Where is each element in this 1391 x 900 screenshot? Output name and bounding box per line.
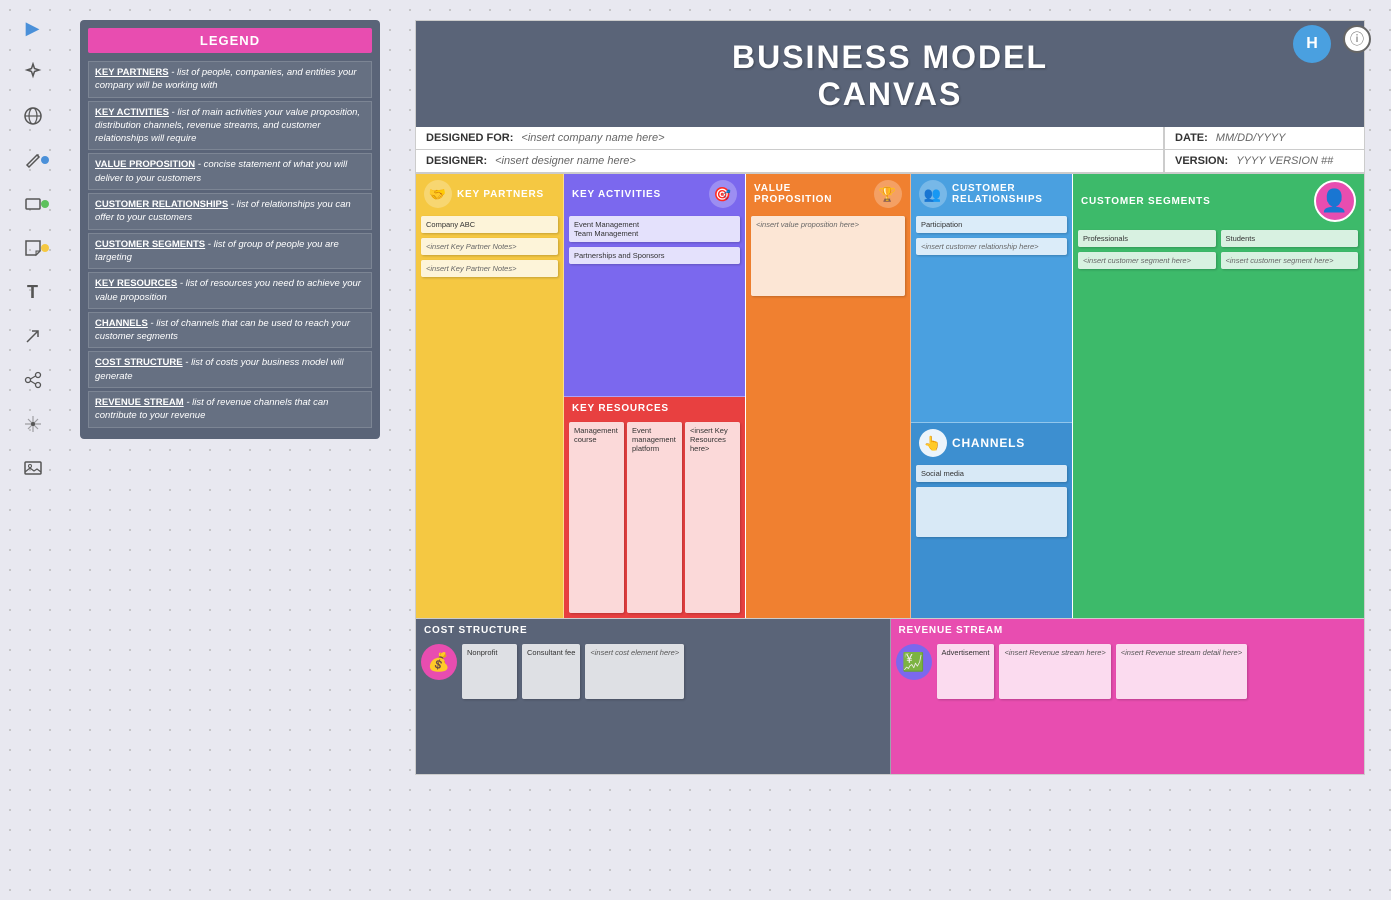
customer-rel-note-2[interactable]: <insert customer relationship here>	[916, 238, 1067, 255]
bmc-main-section: 🤝 KEY PARTNERS Company ABC <insert Key P…	[416, 174, 1364, 619]
channels-header: 👆 CHANNELS	[911, 423, 1072, 460]
sparkle-icon[interactable]	[15, 406, 51, 442]
revenue-note-1[interactable]: Advertisement	[937, 644, 995, 699]
key-activities-body: Event ManagementTeam Management Partners…	[564, 211, 745, 396]
key-partners-note-2[interactable]: <insert Key Partner Notes>	[421, 238, 558, 255]
key-resources-note-2[interactable]: Event management platform	[627, 422, 682, 614]
revenue-stream-body: 💹 Advertisement <insert Revenue stream h…	[891, 639, 1365, 774]
revenue-stream-header: REVENUE STREAM	[891, 619, 1365, 639]
image-icon[interactable]	[15, 450, 51, 486]
cost-note-1[interactable]: Nonprofit	[462, 644, 517, 699]
key-activities-section[interactable]: KEY ACTIVITIES 🎯 Event ManagementTeam Ma…	[564, 174, 745, 397]
key-resources-header: KEY RESOURCES	[564, 397, 745, 417]
customer-segments-note-2[interactable]: Students	[1221, 230, 1359, 247]
key-resources-section[interactable]: KEY RESOURCES Management course Event ma…	[564, 397, 745, 619]
rectangle-icon[interactable]	[15, 186, 51, 222]
value-proposition-icon: 🏆	[874, 180, 902, 208]
channels-body: Social media	[911, 460, 1072, 618]
cost-note-3[interactable]: <insert cost element here>	[585, 644, 684, 699]
toolbar: ▶ T	[0, 0, 65, 900]
play-icon[interactable]: ▶	[15, 10, 51, 46]
canvas-title: BUSINESS MODEL CANVAS	[426, 39, 1354, 113]
key-resources-note-3[interactable]: <insert Key Resources here>	[685, 422, 740, 614]
customer-relationships-section[interactable]: 👥 CUSTOMER RELATIONSHIPS Participation <…	[911, 174, 1072, 423]
key-activities-note-1[interactable]: Event ManagementTeam Management	[569, 216, 740, 242]
pencil-icon[interactable]	[15, 142, 51, 178]
key-activities-note-2[interactable]: Partnerships and Sponsors	[569, 247, 740, 264]
channels-note-2[interactable]	[916, 487, 1067, 537]
rel-channels-col: 👥 CUSTOMER RELATIONSHIPS Participation <…	[911, 174, 1073, 618]
customer-segments-header: CUSTOMER SEGMENTS 👤	[1073, 174, 1364, 225]
value-proposition-body: <insert value proposition here>	[746, 211, 910, 618]
key-partners-section[interactable]: 🤝 KEY PARTNERS Company ABC <insert Key P…	[416, 174, 564, 618]
key-partners-note-3[interactable]: <insert Key Partner Notes>	[421, 260, 558, 277]
key-partners-header: 🤝 KEY PARTNERS	[416, 174, 563, 211]
bmc-canvas: BUSINESS MODEL CANVAS DESIGNED FOR: <ins…	[415, 20, 1365, 775]
cost-note-2[interactable]: Consultant fee	[522, 644, 580, 699]
bmc-grid: 🤝 KEY PARTNERS Company ABC <insert Key P…	[416, 174, 1364, 774]
meta-section: DESIGNED FOR: <insert company name here>…	[416, 127, 1364, 174]
magic-icon[interactable]	[15, 54, 51, 90]
key-resources-body: Management course Event management platf…	[564, 417, 745, 619]
flow-icon[interactable]	[15, 362, 51, 398]
revenue-note-2[interactable]: <insert Revenue stream here>	[999, 644, 1110, 699]
activities-resources-col: KEY ACTIVITIES 🎯 Event ManagementTeam Ma…	[564, 174, 746, 618]
revenue-icon: 💹	[896, 644, 932, 680]
bmc-bottom-section: COST STRUCTURE 💰 Nonprofit Consultant fe…	[416, 619, 1364, 774]
meta-row-1: DESIGNED FOR: <insert company name here>…	[416, 127, 1364, 150]
channels-section[interactable]: 👆 CHANNELS Social media	[911, 423, 1072, 618]
key-partners-note-1[interactable]: Company ABC	[421, 216, 558, 233]
cost-icon: 💰	[421, 644, 457, 680]
customer-relationships-header: 👥 CUSTOMER RELATIONSHIPS	[911, 174, 1072, 211]
legend-item-revenue-stream: REVENUE STREAM - list of revenue channel…	[88, 391, 372, 428]
legend-item-key-resources: KEY RESOURCES - list of resources you ne…	[88, 272, 372, 309]
customer-rel-note-1[interactable]: Participation	[916, 216, 1067, 233]
value-proposition-section[interactable]: VALUE PROPOSITION 🏆 <insert value propos…	[746, 174, 911, 618]
key-partners-body: Company ABC <insert Key Partner Notes> <…	[416, 211, 563, 618]
customer-segments-body: Professionals Students <insert customer …	[1073, 225, 1364, 618]
customer-segments-avatar-icon: 👤	[1314, 180, 1356, 222]
arrow-icon[interactable]	[15, 318, 51, 354]
canvas-header: BUSINESS MODEL CANVAS	[416, 21, 1364, 127]
legend-item-key-activities: KEY ACTIVITIES - list of main activities…	[88, 101, 372, 151]
customer-segments-note-3[interactable]: <insert customer segment here>	[1078, 252, 1216, 269]
customer-segments-section[interactable]: CUSTOMER SEGMENTS 👤 Professionals Studen…	[1073, 174, 1364, 618]
legend-item-key-partners: KEY PARTNERS - list of people, companies…	[88, 61, 372, 98]
legend-panel: LEGEND KEY PARTNERS - list of people, co…	[80, 20, 380, 439]
value-proposition-header: VALUE PROPOSITION 🏆	[746, 174, 910, 211]
channels-icon: 👆	[919, 429, 947, 457]
designed-for-cell[interactable]: DESIGNED FOR: <insert company name here>	[416, 127, 1164, 149]
meta-row-2: DESIGNER: <insert designer name here> VE…	[416, 150, 1364, 173]
customer-relationships-body: Participation <insert customer relations…	[911, 211, 1072, 422]
legend-item-customer-relationships: CUSTOMER RELATIONSHIPS - list of relatio…	[88, 193, 372, 230]
version-cell[interactable]: VERSION: YYYY VERSION ##	[1164, 150, 1364, 172]
key-activities-icon: 🎯	[709, 180, 737, 208]
text-icon[interactable]: T	[15, 274, 51, 310]
user-avatar[interactable]: H	[1293, 25, 1331, 63]
info-button[interactable]: ⓘ	[1343, 25, 1371, 53]
designer-cell[interactable]: DESIGNER: <insert designer name here>	[416, 150, 1164, 172]
legend-title: LEGEND	[88, 28, 372, 53]
legend-item-customer-segments: CUSTOMER SEGMENTS - list of group of peo…	[88, 233, 372, 270]
cost-structure-body: 💰 Nonprofit Consultant fee <insert cost …	[416, 639, 890, 774]
legend-item-channels: CHANNELS - list of channels that can be …	[88, 312, 372, 349]
customer-segments-note-4[interactable]: <insert customer segment here>	[1221, 252, 1359, 269]
legend-item-cost-structure: COST STRUCTURE - list of costs your busi…	[88, 351, 372, 388]
date-cell[interactable]: DATE: MM/DD/YYYY	[1164, 127, 1364, 149]
globe-icon[interactable]	[15, 98, 51, 134]
customer-segments-note-1[interactable]: Professionals	[1078, 230, 1216, 247]
revenue-note-3[interactable]: <insert Revenue stream detail here>	[1116, 644, 1247, 699]
customer-relationships-icon: 👥	[919, 180, 947, 208]
value-proposition-note-1[interactable]: <insert value proposition here>	[751, 216, 905, 296]
sticky-note-icon[interactable]	[15, 230, 51, 266]
channels-note-1[interactable]: Social media	[916, 465, 1067, 482]
revenue-stream-section[interactable]: REVENUE STREAM 💹 Advertisement <insert R…	[891, 619, 1365, 774]
key-partners-icon: 🤝	[424, 180, 452, 208]
cost-structure-section[interactable]: COST STRUCTURE 💰 Nonprofit Consultant fe…	[416, 619, 891, 774]
legend-item-value-proposition: VALUE PROPOSITION - concise statement of…	[88, 153, 372, 190]
cost-structure-header: COST STRUCTURE	[416, 619, 890, 639]
key-activities-header: KEY ACTIVITIES 🎯	[564, 174, 745, 211]
key-resources-note-1[interactable]: Management course	[569, 422, 624, 614]
